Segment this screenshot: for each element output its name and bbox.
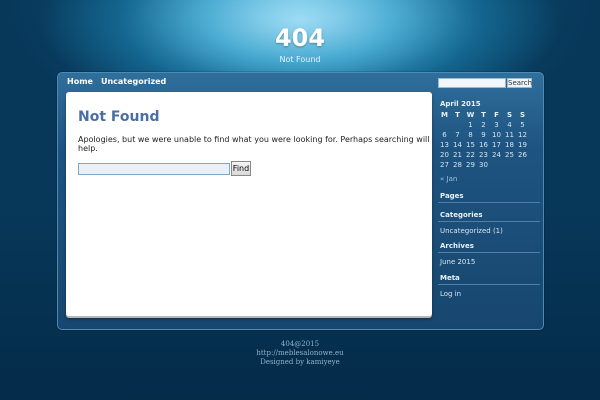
- calendar-day: 9: [481, 131, 486, 139]
- pages-section: Pages: [438, 192, 540, 203]
- pages-heading: Pages: [438, 192, 540, 203]
- calendar-week: 1 2 3 4 5: [438, 120, 529, 130]
- calendar-day: [503, 160, 516, 170]
- calendar-day: 26: [518, 151, 527, 159]
- nav-item-home[interactable]: Home: [67, 77, 93, 89]
- calendar-day: 21: [453, 151, 462, 159]
- calendar-day: 24: [492, 151, 501, 159]
- calendar-day: 29: [466, 161, 475, 169]
- sidebar-search-button[interactable]: Search: [507, 78, 532, 88]
- calendar-day: 12: [518, 131, 527, 139]
- calendar-day: 25: [505, 151, 514, 159]
- sidebar-search-input[interactable]: [438, 78, 506, 88]
- calendar-prev-link[interactable]: « Jan: [440, 175, 457, 183]
- calendar-day: 7: [455, 131, 460, 139]
- calendar-day: 10: [492, 131, 501, 139]
- calendar-week: 6 7 8 9 10 11 12: [438, 130, 529, 140]
- calendar-week: 13 14 15 16 17 18 19: [438, 140, 529, 150]
- calendar-week: 27 28 29 30: [438, 160, 529, 170]
- calendar-day: 1: [468, 121, 473, 129]
- calendar-weekday: S: [506, 111, 513, 119]
- calendar-weekday: T: [455, 111, 460, 119]
- calendar-day: 23: [479, 151, 488, 159]
- sidebar-search: Search: [438, 78, 542, 88]
- page-title: Not Found: [78, 109, 160, 125]
- calendar-week: 20 21 22 23 24 25 26: [438, 150, 529, 160]
- archives-section: Archives June 2015: [438, 242, 540, 266]
- calendar-day: 27: [440, 161, 449, 169]
- footer-copyright: 404@2015: [280, 340, 320, 348]
- calendar-day: [516, 160, 529, 170]
- calendar-weekday: M: [441, 111, 448, 119]
- calendar-weekday: S: [519, 111, 526, 119]
- not-found-message: Apologies, but we were unable to find wh…: [78, 135, 430, 153]
- main-nav: Home Uncategorized: [67, 77, 166, 89]
- calendar-day: 22: [466, 151, 475, 159]
- calendar-day: 17: [492, 141, 501, 149]
- login-link[interactable]: Log in: [438, 285, 540, 298]
- calendar-weekday: W: [466, 111, 475, 119]
- calendar-day: 15: [466, 141, 475, 149]
- calendar-day: 19: [518, 141, 527, 149]
- archive-link[interactable]: June 2015: [438, 253, 540, 266]
- calendar-weekday: F: [494, 111, 499, 119]
- meta-section: Meta Log in: [438, 274, 540, 298]
- calendar-day: 28: [453, 161, 462, 169]
- archives-heading: Archives: [438, 242, 540, 253]
- site-description: Not Found: [279, 55, 321, 64]
- calendar-day: 2: [481, 121, 486, 129]
- site-title[interactable]: 404: [0, 24, 600, 52]
- find-button[interactable]: Find: [231, 161, 251, 176]
- calendar: M T W T F S S 1 2 3 4 5 6 7 8 9 10 11 12…: [438, 110, 529, 170]
- calendar-day: 3: [494, 121, 499, 129]
- calendar-day: 8: [468, 131, 473, 139]
- main-content: Not Found Apologies, but we were unable …: [66, 92, 432, 316]
- meta-heading: Meta: [438, 274, 540, 285]
- categories-section: Categories Uncategorized (1): [438, 211, 540, 235]
- calendar-day: 11: [505, 131, 514, 139]
- calendar-day: 30: [479, 161, 488, 169]
- category-link[interactable]: Uncategorized (1): [438, 222, 540, 235]
- footer-site-url[interactable]: http://meblesalonowe.eu: [0, 349, 600, 358]
- calendar-day: 16: [479, 141, 488, 149]
- calendar-day: 18: [505, 141, 514, 149]
- nav-item-uncategorized[interactable]: Uncategorized: [101, 77, 166, 89]
- calendar-day: 6: [442, 131, 447, 139]
- calendar-day: 5: [520, 121, 525, 129]
- calendar-day: 13: [440, 141, 449, 149]
- calendar-day: 14: [453, 141, 462, 149]
- categories-heading: Categories: [438, 211, 540, 222]
- calendar-day: 4: [507, 121, 512, 129]
- calendar-day: [438, 120, 451, 130]
- calendar-day: [490, 160, 503, 170]
- calendar-day: 20: [440, 151, 449, 159]
- footer-credit: Designed by kamiyeye: [260, 358, 340, 366]
- calendar-day: [451, 120, 464, 130]
- footer: 404@2015 http://meblesalonowe.eu Designe…: [0, 340, 600, 367]
- calendar-caption: April 2015: [440, 100, 481, 108]
- calendar-weekday: T: [481, 111, 486, 119]
- search-input[interactable]: [78, 163, 230, 175]
